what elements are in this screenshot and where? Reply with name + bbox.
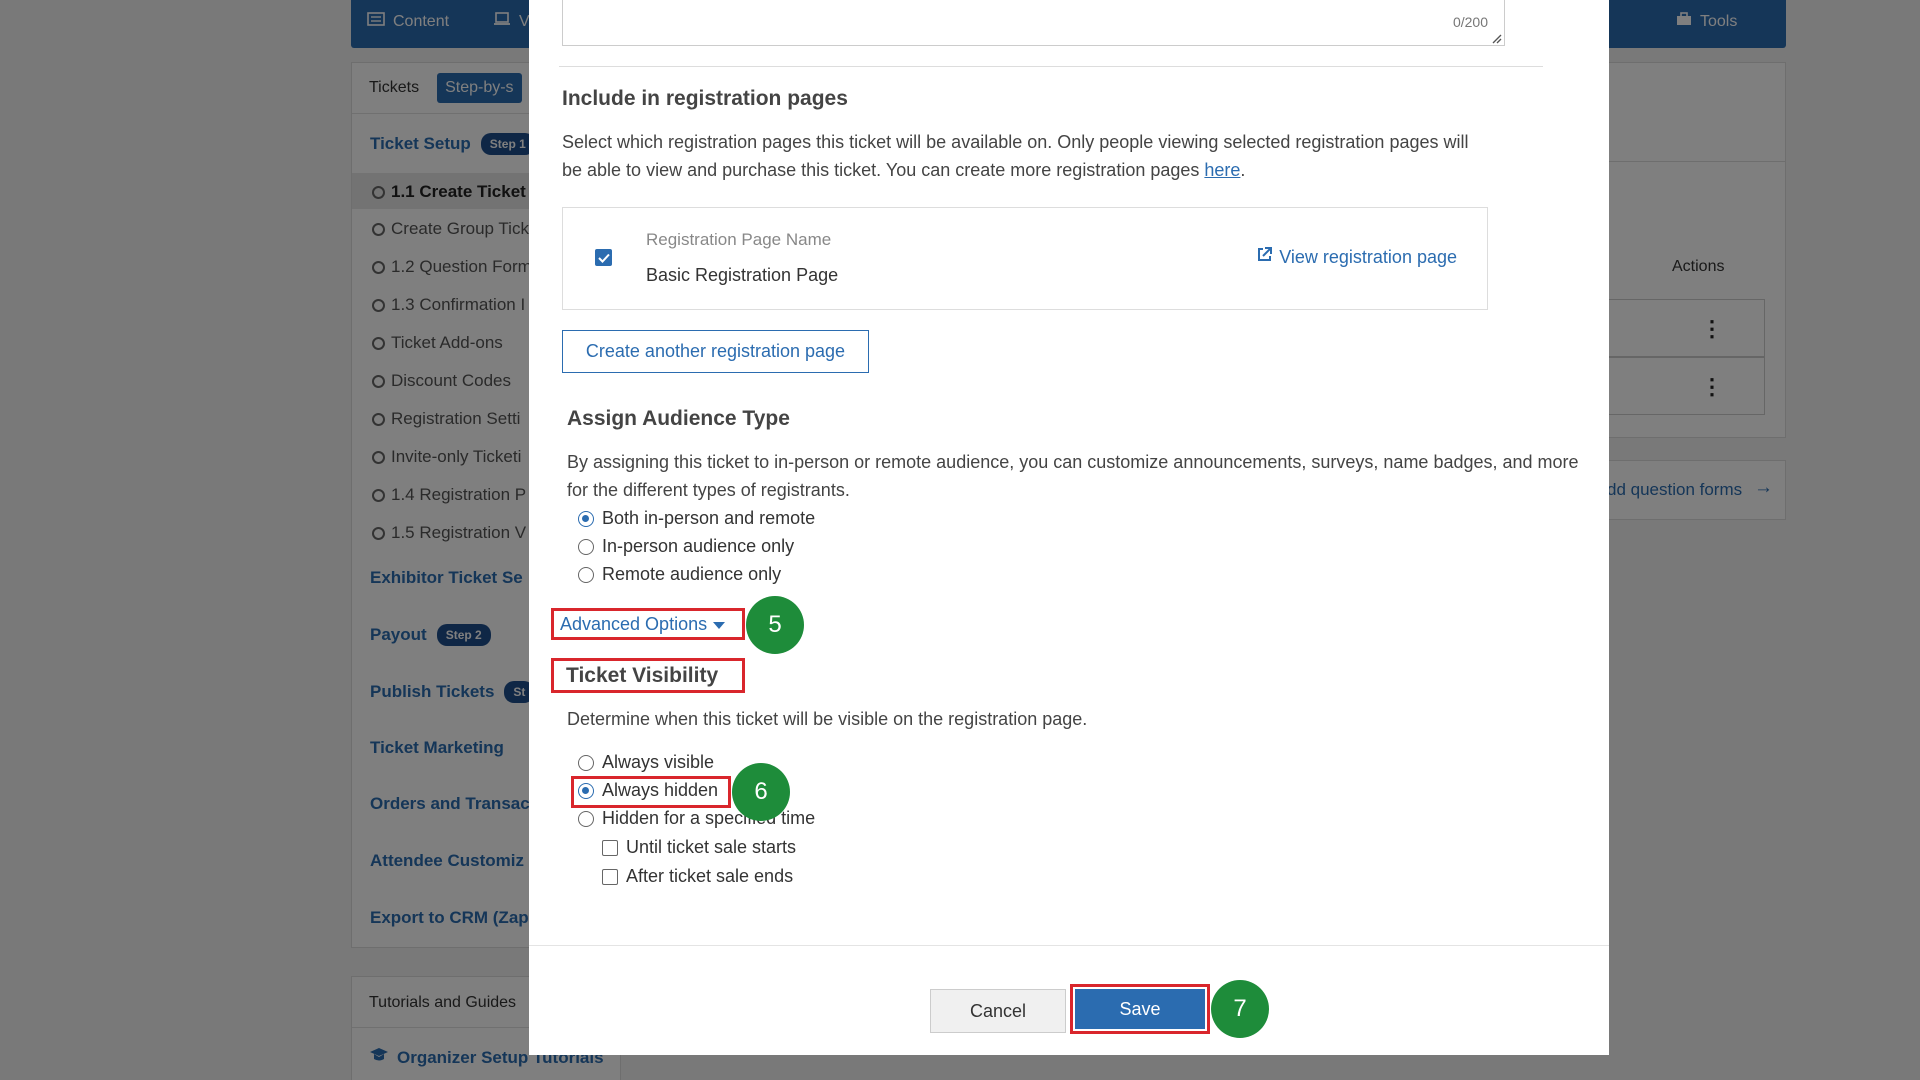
resize-handle-icon[interactable] [1490, 31, 1502, 44]
advanced-options-toggle[interactable]: Advanced Options [551, 608, 745, 640]
radio-label: Hidden for a specified time [602, 808, 816, 828]
step-marker-6: 6 [732, 763, 790, 821]
column-header-page-name: Registration Page Name [646, 230, 832, 249]
registration-pages-description: Select which registration pages this tic… [562, 128, 1482, 184]
registration-page-name: Basic Registration Page [646, 265, 839, 285]
radio-button[interactable] [578, 782, 594, 799]
save-button[interactable]: Save [1075, 989, 1205, 1029]
radio-button[interactable] [578, 810, 594, 827]
checkbox[interactable] [602, 839, 618, 856]
create-registration-page-button[interactable]: Create another registration page [562, 330, 869, 373]
checkbox-label: After ticket sale ends [626, 866, 794, 886]
radio-label: In-person audience only [602, 536, 795, 556]
audience-type-title: Assign Audience Type [567, 407, 790, 430]
view-registration-page-label: View registration page [1279, 246, 1457, 267]
visibility-option-always-hidden[interactable]: Always hidden [578, 780, 718, 801]
radio-button[interactable] [578, 754, 594, 771]
description-textarea[interactable]: 0/200 [562, 0, 1505, 46]
step-marker-5: 5 [746, 596, 804, 654]
checkbox[interactable] [602, 868, 618, 885]
checkmark-icon [597, 253, 610, 263]
registration-page-checkbox[interactable] [595, 249, 612, 266]
description-text-end: . [1240, 160, 1246, 180]
radio-button[interactable] [578, 566, 594, 583]
radio-button[interactable] [578, 538, 594, 555]
radio-label: Both in-person and remote [602, 508, 816, 528]
radio-label: Remote audience only [602, 564, 782, 584]
create-pages-here-link[interactable]: here [1204, 160, 1240, 180]
checkbox-label: Until ticket sale starts [626, 837, 797, 857]
radio-button[interactable] [578, 510, 594, 527]
caret-down-icon [713, 614, 726, 635]
visibility-sub-after-sale-ends[interactable]: After ticket sale ends [602, 866, 793, 887]
view-registration-page-link[interactable]: View registration page [1256, 246, 1457, 268]
modal-footer: Cancel Save 7 [529, 945, 1609, 1055]
radio-label: Always hidden [602, 780, 719, 800]
radio-label: Always visible [602, 752, 715, 772]
audience-option-remote[interactable]: Remote audience only [578, 564, 781, 585]
step-marker-7: 7 [1211, 980, 1269, 1038]
ticket-visibility-title: Ticket Visibility [551, 658, 745, 693]
advanced-options-label: Advanced Options [560, 613, 708, 634]
highlight-save: Save [1070, 984, 1210, 1034]
section-divider [559, 66, 1543, 67]
audience-type-description: By assigning this ticket to in-person or… [567, 452, 1579, 500]
cancel-button[interactable]: Cancel [930, 989, 1066, 1033]
registration-pages-table: Registration Page Name Basic Registratio… [562, 207, 1488, 310]
registration-pages-title: Include in registration pages [562, 87, 848, 110]
description-counter: 0/200 [1452, 14, 1488, 30]
audience-option-both[interactable]: Both in-person and remote [578, 508, 815, 529]
edit-ticket-modal: 0/200 Include in registration pages Sele… [529, 0, 1609, 1055]
visibility-sub-until-sale-starts[interactable]: Until ticket sale starts [602, 837, 796, 858]
audience-option-in-person[interactable]: In-person audience only [578, 536, 794, 557]
external-link-icon [1256, 246, 1273, 268]
description-text: Select which registration pages this tic… [562, 132, 1469, 180]
ticket-visibility-description: Determine when this ticket will be visib… [567, 709, 1088, 729]
visibility-option-always-visible[interactable]: Always visible [578, 752, 714, 773]
